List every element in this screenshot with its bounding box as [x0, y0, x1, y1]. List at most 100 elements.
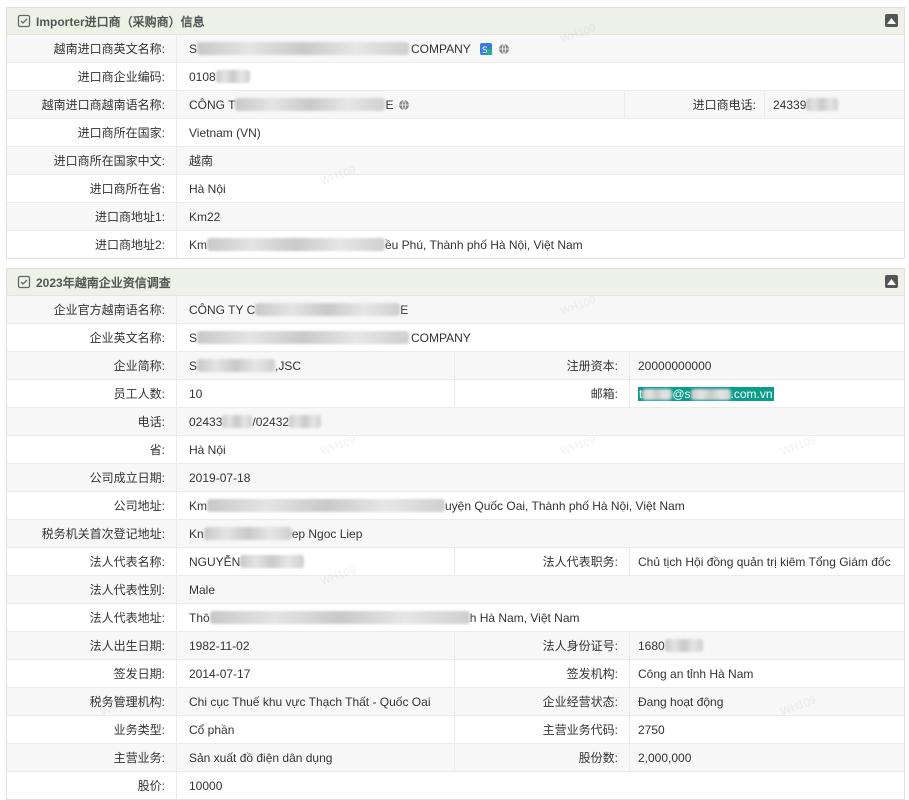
field-label: 进口商所在国家中文: [7, 147, 177, 174]
field-label: 企业官方越南语名称: [7, 296, 177, 323]
province-row: 省: Hà Nội [7, 436, 904, 464]
rep-birth-row: 法人出生日期: 1982-11-02 法人身份证号: 1680 [7, 632, 904, 660]
field-value: CÔNG TY CE [189, 302, 409, 317]
field-value: Vietnam (VN) [189, 125, 261, 140]
field-label: 邮箱: [455, 380, 630, 407]
field-value: Đang hoạt động [638, 694, 724, 709]
field-label: 进口商地址2: [7, 231, 177, 258]
field-label: 签发机构: [455, 660, 630, 687]
checklist-icon [17, 275, 31, 289]
field-label: 越南进口商英文名称: [7, 35, 177, 62]
field-label: 主营业务代码: [455, 716, 630, 743]
translate-icon[interactable]: S [479, 42, 493, 56]
field-value: Sản xuất đồ điện dân dụng [177, 744, 455, 771]
collapse-icon[interactable] [885, 275, 898, 288]
globe-icon[interactable] [498, 43, 510, 55]
field-label: 进口商电话: [625, 91, 765, 118]
field-value: 2750 [638, 722, 665, 737]
field-label: 进口商地址1: [7, 203, 177, 230]
field-label: 企业简称: [7, 352, 177, 379]
importer-code-row: 进口商企业编码: 0108 [7, 63, 904, 91]
importer-country-row: 进口商所在国家: Vietnam (VN) [7, 119, 904, 147]
field-value: S COMPANY [189, 330, 471, 345]
field-label: 法人代表地址: [7, 604, 177, 631]
field-label: 进口商企业编码: [7, 63, 177, 90]
importer-vn-name-row: 越南进口商越南语名称: CÔNG TE 进口商电话: 24339 [7, 91, 904, 119]
field-value: Km22 [189, 209, 221, 224]
field-label: 省: [7, 436, 177, 463]
field-value: Km uyện Quốc Oai, Thành phố Hà Nội, Việt … [189, 498, 685, 513]
field-value: Km ều Phú, Thành phố Hà Nội, Việt Nam [189, 237, 583, 252]
rep-name-row: 法人代表名称: NGUYỄN 法人代表职务: Chủ tịch Hội đồng… [7, 548, 904, 576]
field-value: S ,JSC [177, 352, 455, 379]
field-label: 法人代表性别: [7, 576, 177, 603]
collapse-icon[interactable] [885, 14, 898, 27]
field-label: 法人代表名称: [7, 548, 177, 575]
importer-en-name-row: 越南进口商英文名称: S COMPANY S [7, 35, 904, 63]
field-value: 20000000000 [638, 358, 712, 373]
field-value: 1680 [630, 632, 904, 659]
field-value: Thô h Hà Nam, Việt Nam [189, 610, 580, 625]
field-value: Cổ phần [177, 716, 455, 743]
field-value: NGUYỄN [177, 548, 455, 575]
field-value: 1982-11-02 [177, 632, 455, 659]
rep-address-row: 法人代表地址: Thô h Hà Nam, Việt Nam [7, 604, 904, 632]
address-row: 公司地址: Km uyện Quốc Oai, Thành phố Hà Nội,… [7, 492, 904, 520]
field-value: S COMPANY S [177, 35, 904, 62]
field-label: 进口商所在国家: [7, 119, 177, 146]
globe-icon[interactable] [398, 99, 410, 111]
survey-panel-header: 2023年越南企业资信调查 [7, 269, 904, 296]
field-label: 法人代表职务: [455, 548, 630, 575]
staff-row: 员工人数: 10 邮箱: t @s .com.vn [7, 380, 904, 408]
phone-row: 电话: 02433/02432 [7, 408, 904, 436]
field-value: Công an tỉnh Hà Nam [638, 666, 754, 681]
field-value: 2019-07-18 [189, 470, 251, 485]
field-label: 法人出生日期: [7, 632, 177, 659]
founded-row: 公司成立日期: 2019-07-18 [7, 464, 904, 492]
field-label: 企业英文名称: [7, 324, 177, 351]
field-value: Kn ep Ngoc Liep [189, 526, 363, 541]
field-label: 越南进口商越南语名称: [7, 91, 177, 118]
field-label: 公司地址: [7, 492, 177, 519]
importer-panel-title: Importer进口商（采购商）信息 [36, 14, 205, 29]
tax-office-row: 税务管理机构: Chi cục Thuế khu vực Thạch Thất … [7, 688, 904, 716]
field-value: 2014-07-17 [177, 660, 455, 687]
importer-country-cn-row: 进口商所在国家中文: 越南 [7, 147, 904, 175]
checklist-icon [17, 14, 31, 28]
field-label: 电话: [7, 408, 177, 435]
survey-panel: 2023年越南企业资信调查 企业官方越南语名称: CÔNG TY CE 企业英文… [6, 268, 905, 800]
field-label: 公司成立日期: [7, 464, 177, 491]
importer-address2-row: 进口商地址2: Km ều Phú, Thành phố Hà Nội, Việt… [7, 231, 904, 258]
en-name-row: 企业英文名称: S COMPANY [7, 324, 904, 352]
importer-province-row: 进口商所在省: Hà Nội [7, 175, 904, 203]
importer-panel-header: Importer进口商（采购商）信息 [7, 8, 904, 35]
field-value: Male [189, 582, 216, 597]
field-label: 股份数: [455, 744, 630, 771]
importer-address1-row: 进口商地址1: Km22 [7, 203, 904, 231]
field-value: 越南 [189, 154, 214, 168]
field-label: 员工人数: [7, 380, 177, 407]
field-label: 税务管理机构: [7, 688, 177, 715]
tax-address-row: 税务机关首次登记地址: Kn ep Ngoc Liep [7, 520, 904, 548]
share-price-row: 股价: 10000 [7, 772, 904, 799]
survey-panel-title: 2023年越南企业资信调查 [36, 275, 171, 290]
biz-type-row: 业务类型: Cổ phần 主营业务代码: 2750 [7, 716, 904, 744]
field-value: CÔNG TE [177, 91, 625, 118]
field-label: 法人身份证号: [455, 632, 630, 659]
vn-name-row: 企业官方越南语名称: CÔNG TY CE [7, 296, 904, 324]
field-value: Chủ tịch Hội đồng quản trị kiêm Tổng Giá… [638, 554, 891, 569]
field-value: 10 [177, 380, 455, 407]
field-label: 进口商所在省: [7, 175, 177, 202]
field-value: 0108 [177, 63, 904, 90]
email-value[interactable]: t @s .com.vn [630, 380, 904, 407]
field-value: 24339 [765, 91, 904, 118]
field-value: 2,000,000 [638, 750, 692, 765]
field-value: Hà Nội [189, 442, 226, 457]
importer-panel: Importer进口商（采购商）信息 越南进口商英文名称: S COMPANY S… [6, 7, 905, 259]
field-value: 10000 [189, 778, 223, 793]
field-value: Hà Nội [189, 181, 226, 196]
field-label: 企业经营状态: [455, 688, 630, 715]
field-label: 主营业务: [7, 744, 177, 771]
field-label: 注册资本: [455, 352, 630, 379]
abbr-row: 企业简称: S ,JSC 注册资本: 20000000000 [7, 352, 904, 380]
